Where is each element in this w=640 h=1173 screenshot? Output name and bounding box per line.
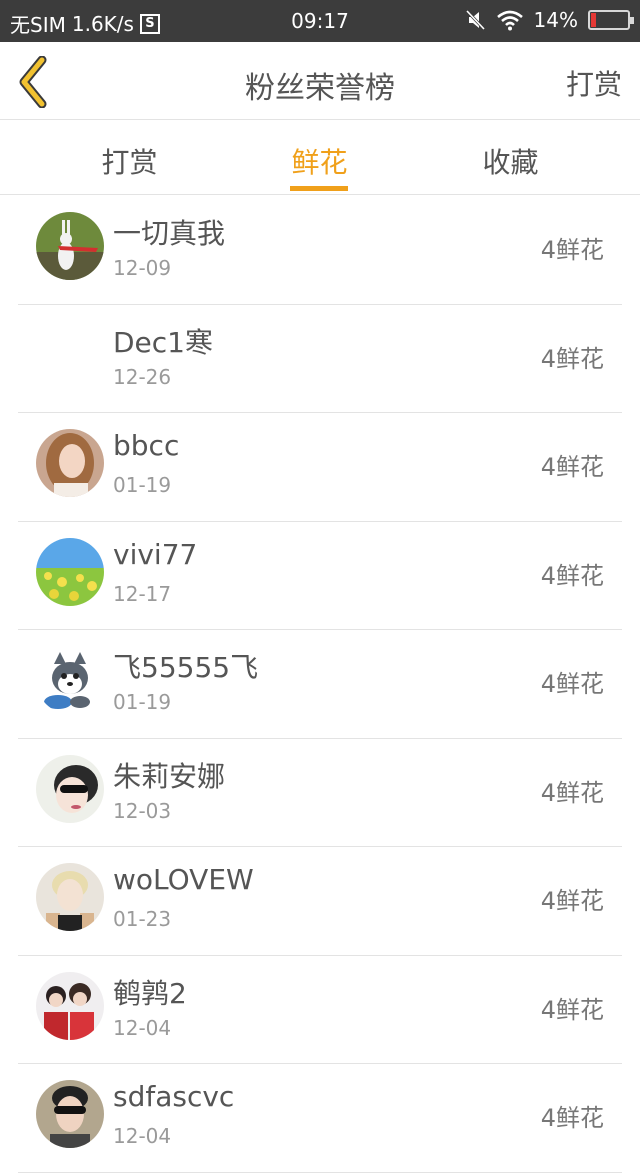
reward-button[interactable]: 打赏 bbox=[566, 63, 622, 103]
tab-favorites[interactable]: 收藏 bbox=[404, 121, 617, 195]
list-item[interactable]: sdfascvc 12-04 4鲜花 bbox=[0, 1064, 640, 1173]
fan-name: woLOVEW bbox=[113, 863, 254, 896]
flower-count: 4鲜花 bbox=[540, 670, 604, 698]
avatar bbox=[36, 212, 104, 280]
flower-count: 4鲜花 bbox=[540, 561, 604, 590]
fan-date: 01-19 bbox=[113, 690, 172, 714]
fan-name: 朱莉安娜 bbox=[113, 759, 226, 793]
fan-name: 一切真我 bbox=[113, 217, 226, 250]
flower-count: 4鲜花 bbox=[540, 453, 604, 481]
tab-label: 收藏 bbox=[482, 146, 539, 179]
fan-date: 12-26 bbox=[113, 364, 172, 389]
avatar bbox=[36, 754, 104, 823]
couple-photo-icon bbox=[36, 971, 104, 1040]
avatar bbox=[36, 971, 104, 1040]
status-right: 14% bbox=[465, 8, 634, 32]
mute-icon bbox=[465, 9, 485, 31]
status-bar: 无SIM 1.6K/s S 09:17 14% bbox=[0, 0, 640, 42]
fan-name: Dec1寒 bbox=[113, 325, 213, 359]
fan-date: 01-19 bbox=[113, 473, 172, 497]
list-item[interactable]: 朱莉安娜 12-03 4鲜花 bbox=[0, 739, 640, 847]
flower-count: 4鲜花 bbox=[540, 778, 604, 807]
fan-date: 12-03 bbox=[113, 798, 172, 823]
list-item[interactable]: woLOVEW 01-23 4鲜花 bbox=[0, 847, 640, 956]
tab-label: 鲜花 bbox=[291, 146, 348, 179]
fan-date: 12-17 bbox=[113, 581, 172, 606]
fan-date: 12-04 bbox=[113, 1124, 172, 1148]
list-item[interactable]: 鹌鹑2 12-04 4鲜花 bbox=[0, 956, 640, 1064]
list-item[interactable]: 飞55555飞 01-19 4鲜花 bbox=[0, 630, 640, 739]
battery-icon bbox=[588, 10, 634, 30]
flower-count: 4鲜花 bbox=[540, 236, 604, 264]
flower-count: 4鲜花 bbox=[540, 1104, 604, 1132]
list-item[interactable]: Dec1寒 12-26 4鲜花 bbox=[0, 305, 640, 413]
list-item[interactable]: vivi77 12-17 4鲜花 bbox=[0, 522, 640, 630]
flower-count: 4鲜花 bbox=[540, 344, 604, 373]
active-tab-indicator bbox=[290, 186, 348, 191]
avatar bbox=[36, 429, 104, 497]
tab-bar: 打赏 鲜花 收藏 bbox=[0, 121, 640, 195]
avatar bbox=[36, 537, 104, 606]
list-item[interactable]: bbcc 01-19 4鲜花 bbox=[0, 413, 640, 522]
tab-reward[interactable]: 打赏 bbox=[23, 121, 236, 195]
wifi-icon bbox=[496, 10, 523, 31]
fan-list: 一切真我 12-09 4鲜花 Dec1寒 12-26 4鲜花 bbcc 01-1… bbox=[0, 196, 640, 1173]
fan-date: 12-04 bbox=[113, 1015, 172, 1040]
fan-name: 飞55555飞 bbox=[113, 651, 259, 684]
husky-cartoon-icon bbox=[36, 646, 104, 714]
avatar bbox=[36, 646, 104, 714]
header-bar: 粉丝荣誉榜 打赏 bbox=[0, 42, 640, 120]
woman-photo-icon bbox=[36, 429, 104, 497]
page-title: 粉丝荣誉榜 bbox=[245, 71, 395, 106]
fan-name: bbcc bbox=[113, 429, 180, 462]
tab-flowers[interactable]: 鲜花 bbox=[213, 121, 426, 195]
flower-field-photo-icon bbox=[36, 537, 104, 606]
tab-label: 打赏 bbox=[101, 146, 158, 179]
battery-fill bbox=[591, 13, 596, 27]
flower-count: 4鲜花 bbox=[540, 887, 604, 915]
fan-date: 12-09 bbox=[113, 256, 172, 280]
sunglasses-photo-icon bbox=[36, 754, 104, 823]
battery-percent: 14% bbox=[533, 8, 578, 32]
rabbit-photo-icon bbox=[36, 212, 104, 280]
divider bbox=[18, 1171, 622, 1173]
avatar bbox=[36, 863, 104, 931]
list-item[interactable]: 一切真我 12-09 4鲜花 bbox=[0, 196, 640, 305]
blond-person-photo-icon bbox=[36, 863, 104, 931]
fan-name: vivi77 bbox=[113, 537, 198, 571]
flower-count: 4鲜花 bbox=[540, 995, 604, 1024]
fan-name: 鹌鹑2 bbox=[113, 976, 187, 1010]
fan-date: 01-23 bbox=[113, 907, 172, 931]
fan-name: sdfascvc bbox=[113, 1080, 235, 1113]
